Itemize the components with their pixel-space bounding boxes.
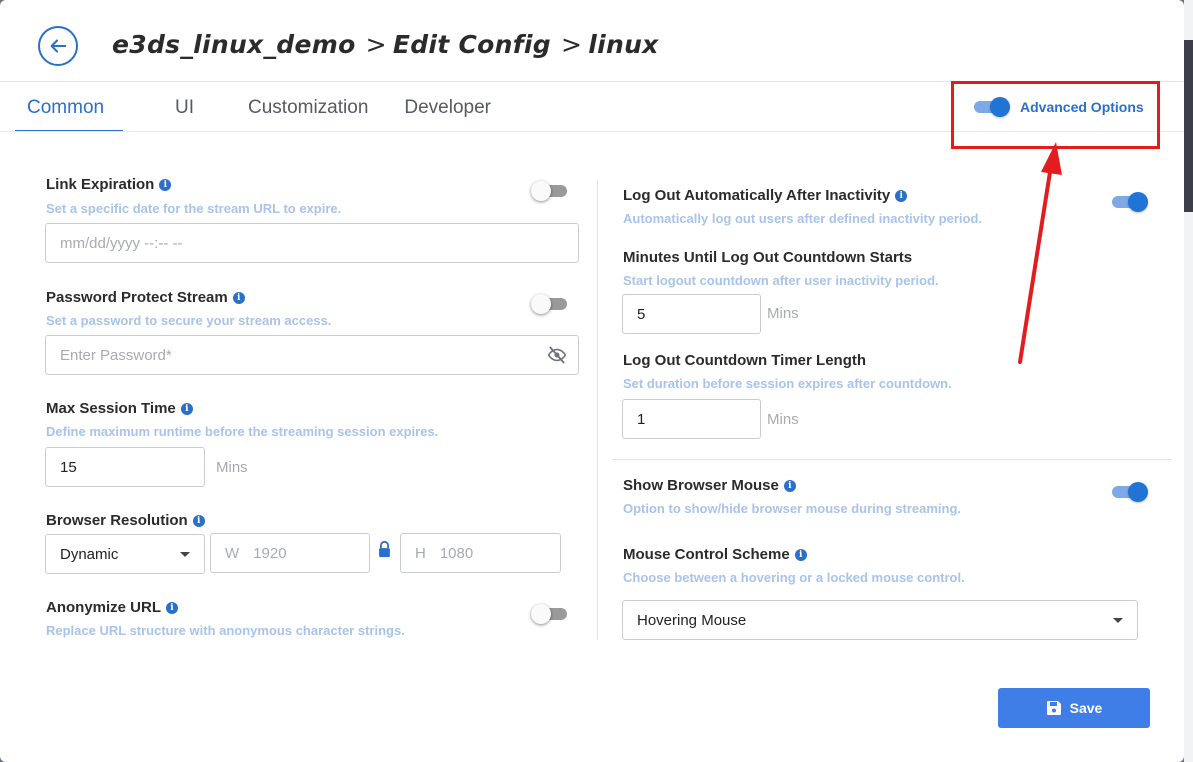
breadcrumb-separator: >	[365, 30, 387, 59]
minutes-until-text: Minutes Until Log Out Countdown Starts	[623, 249, 913, 266]
save-icon	[1046, 701, 1061, 715]
minutes-until-help: Start logout countdown after user inacti…	[623, 273, 939, 288]
countdown-length-unit: Mins	[767, 411, 799, 428]
minutes-until-input[interactable]: 5	[622, 294, 761, 334]
max-session-unit: Mins	[216, 459, 248, 476]
chevron-down-icon	[1113, 618, 1123, 623]
section-divider	[612, 459, 1172, 460]
edit-config-modal: e3ds_linux_demo > Edit Config > linux Common…	[0, 0, 1184, 762]
height-prefix: H	[415, 544, 426, 562]
height-value: 1080	[439, 544, 474, 562]
info-icon[interactable]: i	[232, 291, 245, 304]
resolution-height-input[interactable]: H 1080	[400, 533, 561, 573]
link-expiration-placeholder: mm/dd/yyyy --:-- --	[60, 234, 183, 252]
eye-off-icon[interactable]	[546, 345, 568, 365]
mouse-scheme-select[interactable]: Hovering Mouse	[622, 600, 1138, 640]
tab-common[interactable]: Common	[15, 82, 123, 132]
link-expiration-input[interactable]: mm/dd/yyyy --:-- --	[45, 223, 579, 263]
breadcrumb-project[interactable]: e3ds_linux_demo	[112, 30, 356, 59]
logout-auto-toggle[interactable]	[1112, 191, 1148, 213]
max-session-label: Max Session Time i	[46, 400, 193, 417]
tab-bar: Common UI Customization Developer	[15, 82, 491, 132]
lock-icon[interactable]	[377, 540, 392, 558]
show-mouse-label: Show Browser Mouse i	[623, 477, 796, 494]
minutes-until-value: 5	[637, 305, 646, 323]
logout-auto-text: Log Out Automatically After Inactivity	[623, 187, 891, 204]
resolution-mode-select[interactable]: Dynamic	[45, 534, 205, 574]
anonymize-url-label: Anonymize URL i	[46, 599, 179, 616]
background-window-edge	[1184, 0, 1193, 762]
anonymize-url-toggle[interactable]	[531, 603, 567, 625]
mouse-scheme-value: Hovering Mouse	[637, 611, 747, 629]
anonymize-url-text: Anonymize URL	[46, 599, 162, 616]
password-input[interactable]: Enter Password*	[45, 335, 579, 375]
link-expiration-help: Set a specific date for the stream URL t…	[46, 201, 342, 216]
logout-auto-label: Log Out Automatically After Inactivity i	[623, 187, 908, 204]
countdown-length-value: 1	[637, 410, 646, 428]
password-protect-toggle[interactable]	[531, 293, 567, 315]
show-mouse-help: Option to show/hide browser mouse during…	[623, 501, 962, 516]
info-icon[interactable]: i	[895, 189, 908, 202]
chevron-down-icon	[180, 552, 190, 557]
save-label: Save	[1069, 700, 1103, 716]
password-protect-help: Set a password to secure your stream acc…	[46, 313, 332, 328]
password-protect-label: Password Protect Stream i	[46, 289, 245, 306]
minutes-until-unit: Mins	[767, 305, 799, 322]
tab-developer[interactable]: Developer	[404, 82, 491, 131]
tab-ui[interactable]: UI	[123, 82, 195, 146]
tab-customization[interactable]: Customization	[248, 82, 368, 131]
show-mouse-text: Show Browser Mouse	[623, 477, 779, 494]
width-prefix: W	[225, 544, 240, 562]
save-button[interactable]: Save	[998, 688, 1150, 728]
link-expiration-label: Link Expiration i	[46, 176, 172, 193]
info-icon[interactable]: i	[794, 548, 807, 561]
annotation-highlight-box	[951, 81, 1160, 149]
resolution-width-input[interactable]: W 1920	[210, 533, 370, 573]
minutes-until-label: Minutes Until Log Out Countdown Starts	[623, 249, 912, 266]
anonymize-url-help: Replace URL structure with anonymous cha…	[46, 623, 405, 638]
column-divider	[597, 180, 598, 640]
password-protect-text: Password Protect Stream	[46, 289, 228, 306]
show-mouse-toggle[interactable]	[1112, 481, 1148, 503]
countdown-length-help: Set duration before session expires afte…	[623, 376, 952, 391]
info-icon[interactable]: i	[192, 514, 205, 527]
countdown-length-text: Log Out Countdown Timer Length	[623, 352, 867, 369]
max-session-input[interactable]: 15	[45, 447, 205, 487]
background-header	[1184, 40, 1193, 212]
password-placeholder: Enter Password*	[60, 346, 172, 364]
max-session-value: 15	[60, 458, 77, 476]
mouse-scheme-label: Mouse Control Scheme i	[623, 546, 807, 563]
max-session-help: Define maximum runtime before the stream…	[46, 424, 439, 439]
breadcrumb-edit-config: Edit Config	[392, 30, 551, 59]
info-icon[interactable]: i	[783, 479, 796, 492]
breadcrumb-config-name: linux	[588, 30, 659, 59]
breadcrumb-separator: >	[560, 30, 583, 59]
mouse-scheme-help: Choose between a hovering or a locked mo…	[623, 570, 965, 585]
link-expiration-toggle[interactable]	[531, 180, 567, 202]
width-value: 1920	[253, 544, 287, 562]
countdown-length-input[interactable]: 1	[622, 399, 761, 439]
max-session-text: Max Session Time	[46, 400, 176, 417]
mouse-scheme-text: Mouse Control Scheme	[623, 546, 790, 563]
browser-resolution-label: Browser Resolution i	[46, 512, 205, 529]
resolution-mode-value: Dynamic	[60, 545, 119, 563]
info-icon[interactable]: i	[159, 178, 172, 191]
page-title: e3ds_linux_demo > Edit Config > linux	[112, 30, 659, 59]
info-icon[interactable]: i	[180, 402, 193, 415]
link-expiration-text: Link Expiration	[46, 176, 155, 193]
countdown-length-label: Log Out Countdown Timer Length	[623, 352, 866, 369]
back-button[interactable]	[38, 26, 78, 66]
browser-resolution-text: Browser Resolution	[46, 512, 188, 529]
info-icon[interactable]: i	[166, 601, 179, 614]
logout-auto-help: Automatically log out users after define…	[623, 211, 983, 226]
back-arrow-icon	[50, 39, 67, 53]
